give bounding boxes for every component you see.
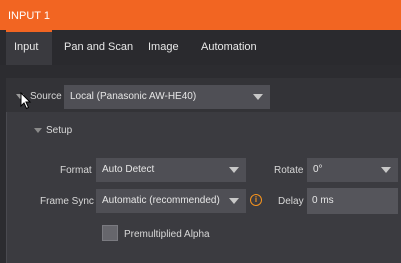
chevron-down-icon [229,198,239,204]
window-title: INPUT 1 [8,10,50,22]
tab-input-label: Input [14,41,39,53]
tab-pan-and-scan-label: Pan and Scan [64,41,134,53]
tab-image[interactable]: Image [148,30,179,65]
rotate-value: 0° [313,164,323,175]
tab-pan-and-scan[interactable]: Pan and Scan [64,30,133,65]
tab-input[interactable]: Input [6,30,52,65]
source-dropdown[interactable]: Local (Panasonic AW-HE40) [64,85,270,109]
format-value: Auto Detect [102,164,155,175]
tab-automation-label: Automation [201,41,257,53]
rotate-dropdown[interactable]: 0° [307,158,398,182]
chevron-down-icon [253,94,263,100]
window-titlebar: INPUT 1 [0,0,401,30]
source-label: Source [30,91,62,102]
chevron-down-icon [381,167,391,173]
source-value: Local (Panasonic AW-HE40) [70,91,197,102]
tab-image-label: Image [148,41,179,53]
tab-bar: Input Pan and Scan Image Automation [0,30,401,65]
tab-automation[interactable]: Automation [201,30,257,65]
frame-sync-label: Frame Sync [40,196,94,207]
mouse-pointer-icon [20,92,32,110]
frame-sync-dropdown[interactable]: Automatic (recommended) [96,189,246,213]
chevron-down-icon [229,167,239,173]
info-icon[interactable]: i [250,194,262,206]
delay-input[interactable]: 0 ms [307,188,398,214]
setup-collapse-arrow-icon[interactable] [34,128,42,133]
frame-sync-value: Automatic (recommended) [102,195,220,206]
format-dropdown[interactable]: Auto Detect [96,158,246,182]
setup-label: Setup [46,125,73,136]
rotate-label: Rotate [274,165,304,176]
delay-label: Delay [278,196,304,207]
format-label: Format [60,165,92,176]
premultiplied-alpha-checkbox[interactable] [102,225,118,241]
premultiplied-alpha-label: Premultiplied Alpha [124,229,210,240]
delay-value: 0 ms [312,195,334,206]
